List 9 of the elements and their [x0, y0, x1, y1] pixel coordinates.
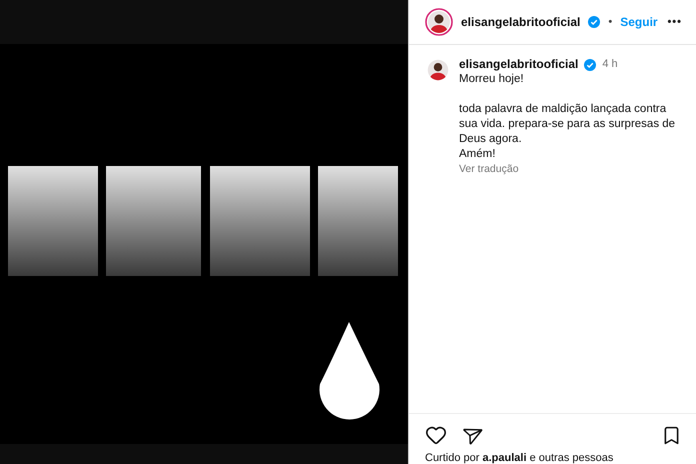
- caption-text: Morreu hoje!: [459, 72, 525, 87]
- likes-text: Curtido por a.paulali e outras pessoas: [425, 452, 614, 464]
- separator-dot: •: [608, 16, 612, 28]
- translate-link[interactable]: Ver tradução: [459, 163, 519, 175]
- username[interactable]: elisangelabritooficial: [461, 15, 580, 29]
- username[interactable]: elisangelabritooficial: [459, 57, 578, 72]
- post-time: 4 h: [602, 57, 618, 72]
- more-button[interactable]: •••: [667, 16, 682, 28]
- caption-text: toda palavra de maldição lançada contra sua vida. prepara-se para as surpresas de Deus agora. Amém!: [459, 102, 676, 162]
